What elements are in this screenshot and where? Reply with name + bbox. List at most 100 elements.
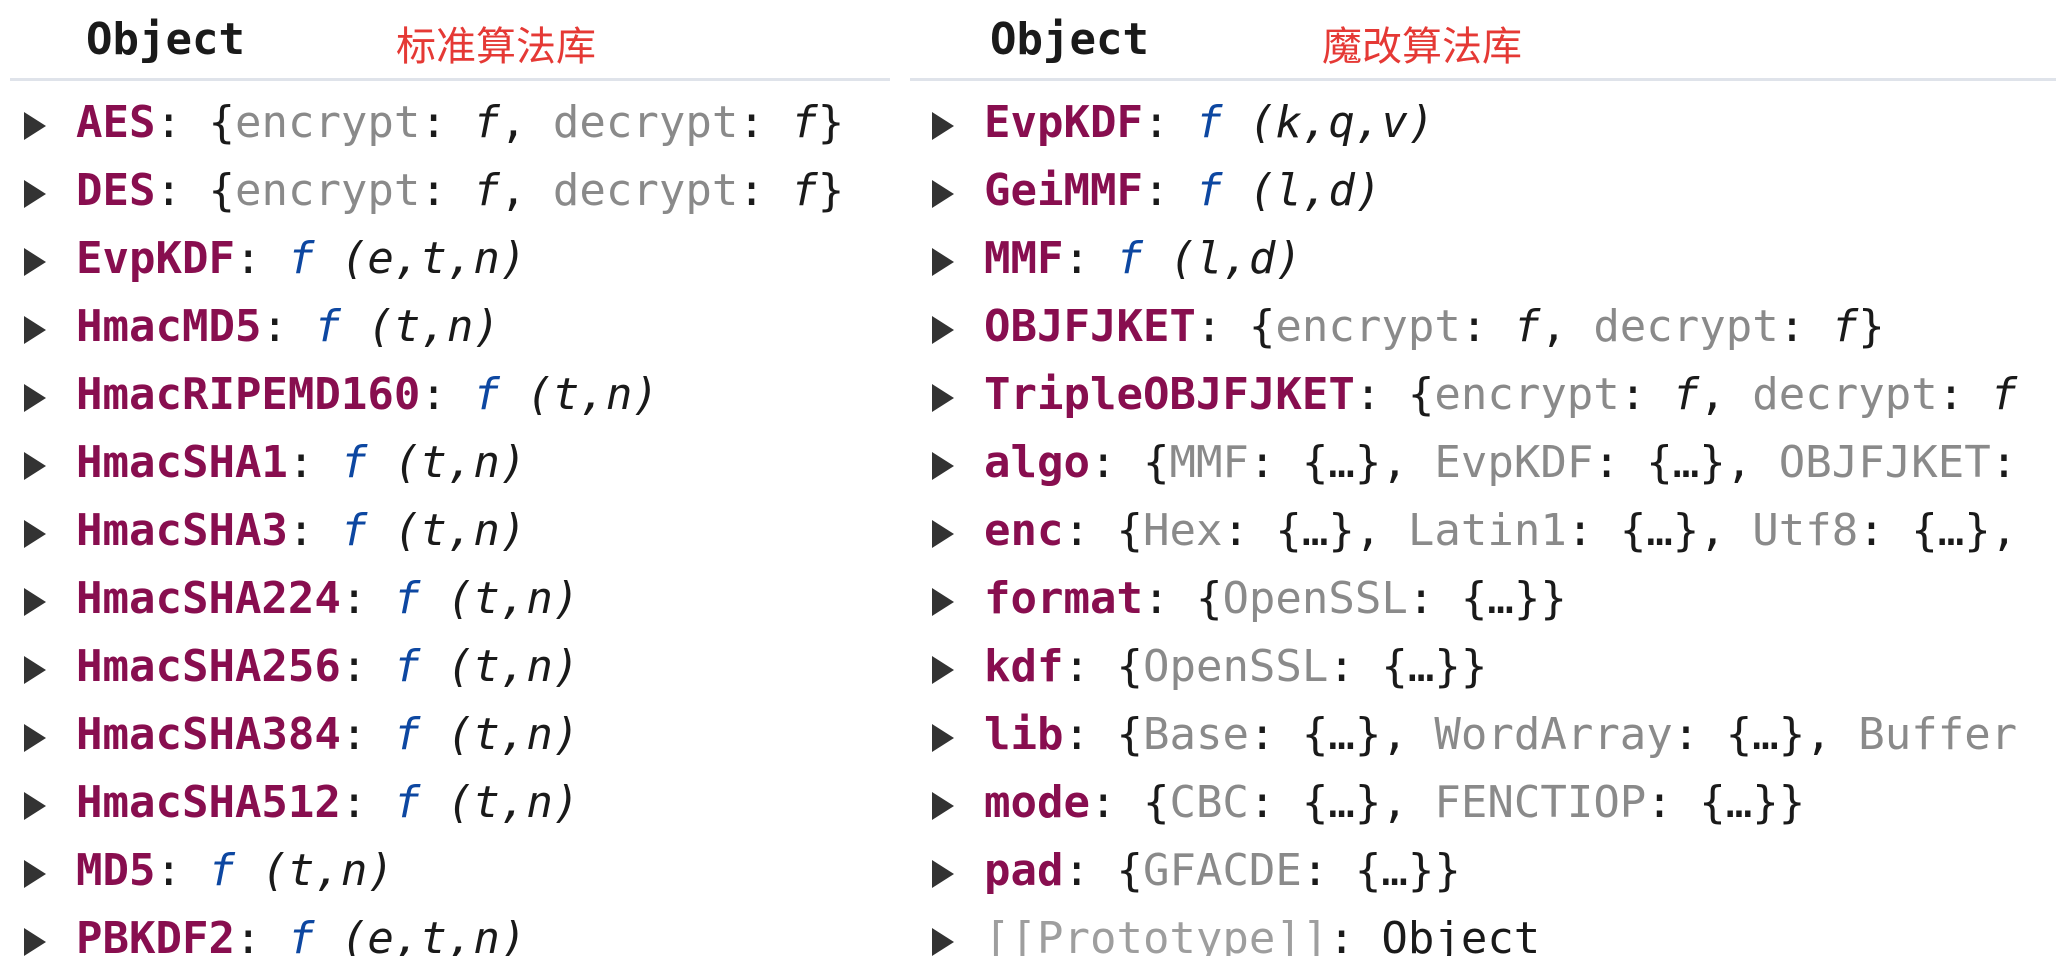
property-row[interactable]: kdf: {OpenSSL: {…}} <box>932 639 2056 707</box>
preview-punct: , <box>499 165 553 216</box>
expand-triangle-icon[interactable] <box>932 860 954 888</box>
expand-triangle-icon[interactable] <box>932 656 954 684</box>
expand-triangle-icon[interactable] <box>932 112 954 140</box>
object-title: Object <box>86 14 245 65</box>
property-value: {OpenSSL: {…}} <box>1196 573 1567 624</box>
expand-triangle-icon[interactable] <box>24 248 46 276</box>
property-row[interactable]: format: {OpenSSL: {…}} <box>932 571 2056 639</box>
property-value: Object <box>1381 913 1540 956</box>
preview-key: Hex <box>1142 505 1223 556</box>
property-key: kdf <box>984 641 1064 692</box>
property-key: EvpKDF <box>984 97 1143 148</box>
property-value: {OpenSSL: {…}} <box>1116 641 1487 692</box>
expand-triangle-icon[interactable] <box>24 316 46 344</box>
property-row[interactable]: EvpKDF: f (k,q,v) <box>932 95 2056 163</box>
property-row[interactable]: TripleOBJFJKET: {encrypt: f, decrypt: f <box>932 367 2056 435</box>
function-marker: f <box>473 97 500 148</box>
property-row[interactable]: HmacSHA3: f (t,n) <box>24 503 900 571</box>
expand-triangle-icon[interactable] <box>932 452 954 480</box>
property-row[interactable]: HmacSHA256: f (t,n) <box>24 639 900 707</box>
expand-triangle-icon[interactable] <box>24 384 46 412</box>
property-key: PBKDF2 <box>76 913 235 956</box>
property-row[interactable]: lib: {Base: {…}, WordArray: {…}, Buffer <box>932 707 2056 775</box>
function-args: (t,n) <box>420 573 580 624</box>
expand-triangle-icon[interactable] <box>932 180 954 208</box>
preview-key: MMF <box>1169 437 1249 488</box>
function-marker: f <box>393 641 421 692</box>
property-row[interactable]: DES: {encrypt: f, decrypt: f} <box>24 163 900 231</box>
property-row[interactable]: HmacRIPEMD160: f (t,n) <box>24 367 900 435</box>
expand-triangle-icon[interactable] <box>932 724 954 752</box>
function-args: (t,n) <box>367 437 527 488</box>
expand-triangle-icon[interactable] <box>932 248 954 276</box>
expand-triangle-icon[interactable] <box>24 792 46 820</box>
property-row[interactable]: [[Prototype]]: Object <box>932 911 2056 956</box>
property-key: HmacSHA1 <box>76 437 288 488</box>
expand-triangle-icon[interactable] <box>24 724 46 752</box>
expand-triangle-icon[interactable] <box>932 928 954 956</box>
property-key: HmacSHA384 <box>76 709 341 760</box>
property-key: enc <box>984 505 1064 556</box>
function-marker: f <box>1990 369 2018 420</box>
preview-key: decrypt <box>552 97 739 148</box>
property-row[interactable]: MD5: f (t,n) <box>24 843 900 911</box>
property-row[interactable]: algo: {MMF: {…}, EvpKDF: {…}, OBJFJKET: <box>932 435 2056 503</box>
expand-triangle-icon[interactable] <box>24 656 46 684</box>
preview-punct: : <box>1990 437 2018 488</box>
property-value: {GFACDE: {…}} <box>1116 845 1460 896</box>
key-separator: : <box>340 573 394 624</box>
property-key: HmacRIPEMD160 <box>76 369 421 420</box>
property-value: {Base: {…}, WordArray: {…}, Buffer <box>1116 709 2017 760</box>
expand-triangle-icon[interactable] <box>24 588 46 616</box>
property-row[interactable]: enc: {Hex: {…}, Latin1: {…}, Utf8: {…}, <box>932 503 2056 571</box>
key-separator: : <box>261 301 315 352</box>
property-row[interactable]: AES: {encrypt: f, decrypt: f} <box>24 95 900 163</box>
expand-triangle-icon[interactable] <box>24 860 46 888</box>
property-row[interactable]: HmacSHA384: f (t,n) <box>24 707 900 775</box>
key-separator: : <box>1063 505 1117 556</box>
property-value: f (t,n) <box>314 301 499 352</box>
preview-punct: { <box>1248 301 1276 352</box>
function-marker: f <box>1513 301 1541 352</box>
key-separator: : <box>1142 97 1196 148</box>
expand-triangle-icon[interactable] <box>24 520 46 548</box>
preview-punct: : <box>420 97 474 148</box>
expand-triangle-icon[interactable] <box>932 520 954 548</box>
preview-punct: { <box>1142 777 1170 828</box>
expand-triangle-icon[interactable] <box>24 928 46 956</box>
preview-key: EvpKDF <box>1434 437 1594 488</box>
function-args: (t,n) <box>420 709 580 760</box>
property-row[interactable]: GeiMMF: f (l,d) <box>932 163 2056 231</box>
property-value: f (e,t,n) <box>288 913 526 956</box>
preview-punct: , <box>499 97 553 148</box>
property-row[interactable]: HmacSHA224: f (t,n) <box>24 571 900 639</box>
expand-triangle-icon[interactable] <box>932 792 954 820</box>
property-row[interactable]: MMF: f (l,d) <box>932 231 2056 299</box>
key-separator: : <box>1063 709 1117 760</box>
expand-triangle-icon[interactable] <box>932 384 954 412</box>
expand-triangle-icon[interactable] <box>24 180 46 208</box>
property-row[interactable]: EvpKDF: f (e,t,n) <box>24 231 900 299</box>
property-row[interactable]: HmacSHA512: f (t,n) <box>24 775 900 843</box>
function-marker: f <box>208 845 235 896</box>
preview-punct: : {…}, <box>1248 709 1435 760</box>
preview-punct: : {…}, <box>1593 437 1779 488</box>
property-row[interactable]: HmacSHA1: f (t,n) <box>24 435 900 503</box>
expand-triangle-icon[interactable] <box>932 316 954 344</box>
property-value: f (k,q,v) <box>1196 97 1434 148</box>
preview-key: Base <box>1142 709 1249 760</box>
expand-triangle-icon[interactable] <box>932 588 954 616</box>
preview-punct: : {…}, <box>1566 505 1753 556</box>
function-args: (l,d) <box>1142 233 1302 284</box>
property-row[interactable]: pad: {GFACDE: {…}} <box>932 843 2056 911</box>
expand-triangle-icon[interactable] <box>24 452 46 480</box>
preview-key: OpenSSL <box>1222 573 1408 624</box>
property-key: MMF <box>984 233 1064 284</box>
property-row[interactable]: PBKDF2: f (e,t,n) <box>24 911 900 956</box>
expand-triangle-icon[interactable] <box>24 112 46 140</box>
property-row[interactable]: mode: {CBC: {…}, FENCTIOP: {…}} <box>932 775 2056 843</box>
property-row[interactable]: HmacMD5: f (t,n) <box>24 299 900 367</box>
key-separator: : <box>420 369 474 420</box>
property-row[interactable]: OBJFJKET: {encrypt: f, decrypt: f} <box>932 299 2056 367</box>
preview-punct: } <box>817 165 845 216</box>
